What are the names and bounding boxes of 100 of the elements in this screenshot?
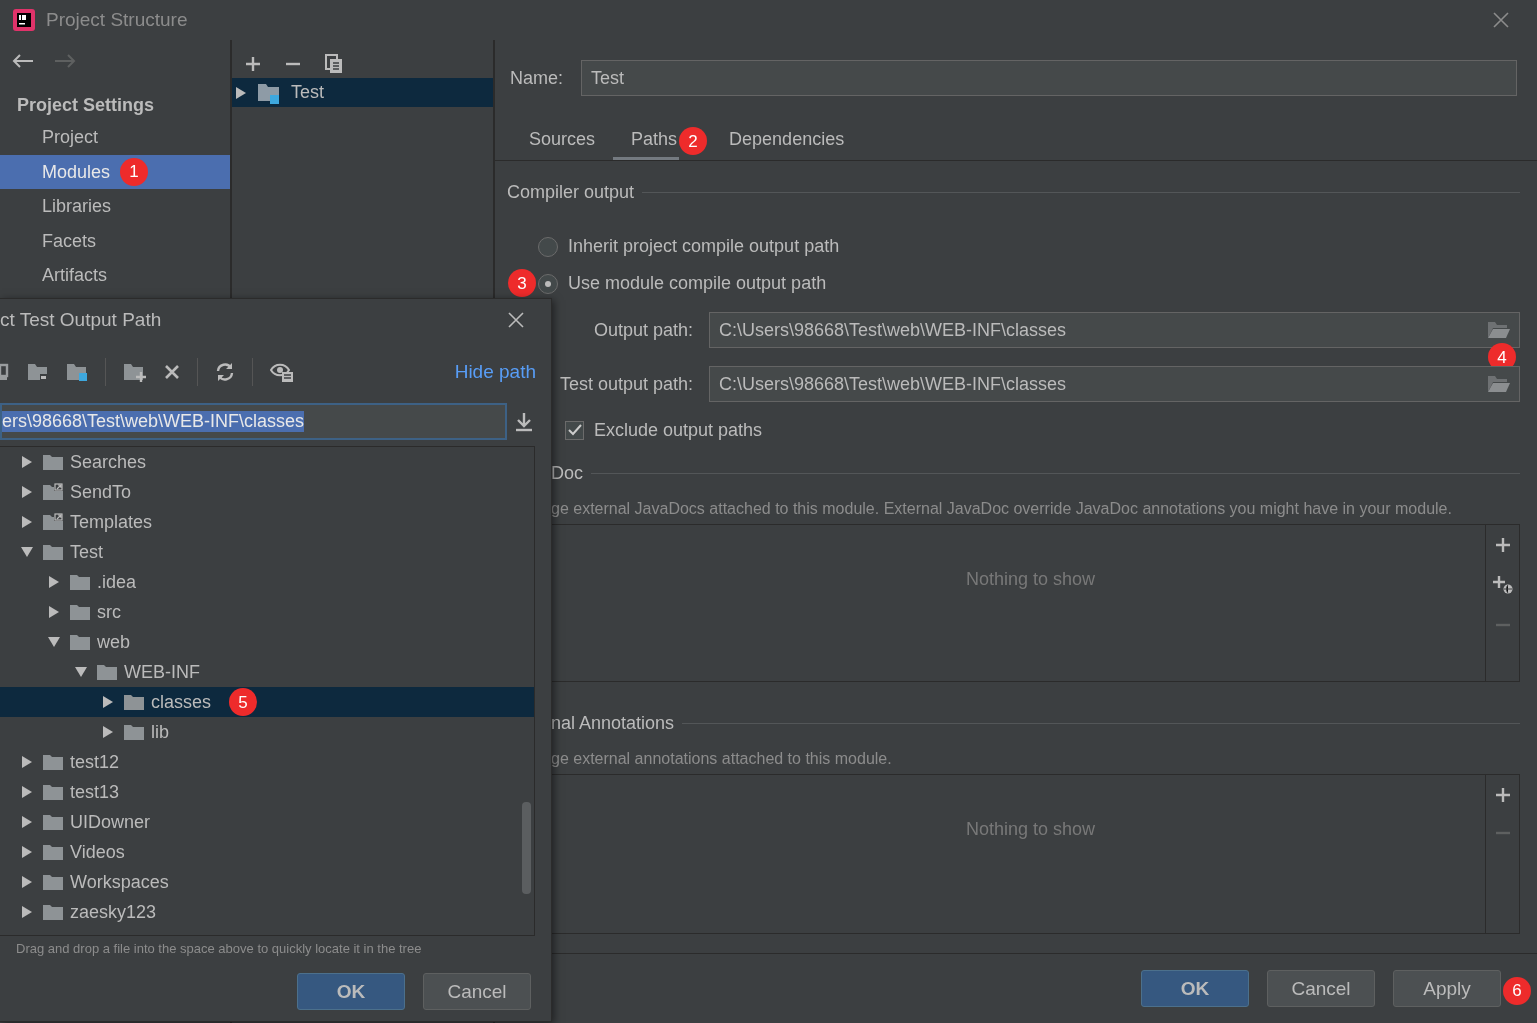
path-field[interactable]: C:\Users\98668\Test\web\WEB-INF\classes <box>709 312 1520 348</box>
name-field[interactable]: Test <box>581 60 1517 96</box>
step-badge: 3 <box>508 269 536 297</box>
expand-arrow-icon[interactable] <box>20 815 34 829</box>
folder-icon <box>42 843 64 861</box>
dialog-button[interactable]: OK <box>297 973 405 1010</box>
module-folder-icon <box>257 81 281 104</box>
step-badge: 1 <box>120 157 149 186</box>
section-heading: Doc <box>551 462 583 484</box>
expand-arrow-icon[interactable] <box>20 785 34 799</box>
add-icon[interactable] <box>1494 787 1511 803</box>
dialog-button[interactable]: Cancel <box>1267 970 1375 1007</box>
collapse-arrow-icon[interactable] <box>47 636 61 648</box>
back-arrow-icon[interactable] <box>12 53 34 69</box>
path-field[interactable]: C:\Users\98668\Test\web\WEB-INF\classes <box>709 366 1520 402</box>
step-badge: 2 <box>679 127 708 155</box>
path-input-field[interactable]: ers\98668\Test\web\WEB-INF\classes <box>0 403 507 440</box>
name-label: Name: <box>510 67 563 89</box>
expand-arrow-icon[interactable] <box>20 515 34 529</box>
delete-icon[interactable] <box>164 364 180 380</box>
add-icon[interactable] <box>245 56 261 72</box>
sidebar-item[interactable]: Project <box>0 120 230 155</box>
folder-tree-item[interactable]: Workspaces <box>0 867 534 897</box>
module-folder-icon[interactable] <box>66 362 88 382</box>
folder-icon[interactable] <box>1487 321 1511 339</box>
folder-tree-item[interactable]: Searches <box>0 447 534 477</box>
checkbox-label: Exclude output paths <box>594 419 763 441</box>
folder-icon[interactable] <box>27 362 49 382</box>
app-logo-icon <box>12 8 36 32</box>
folder-tree-item[interactable]: classes 5 <box>0 687 534 717</box>
add-link-icon[interactable] <box>1491 575 1514 595</box>
new-folder-icon[interactable] <box>123 362 147 382</box>
folder-icon <box>96 663 118 681</box>
copy-icon[interactable] <box>325 54 343 74</box>
add-icon[interactable] <box>1494 537 1511 553</box>
expand-arrow-icon[interactable] <box>47 605 61 619</box>
shortcut-folder-icon <box>42 483 64 501</box>
folder-icon <box>42 903 64 921</box>
show-hidden-icon[interactable] <box>270 361 294 383</box>
desktop-icon[interactable] <box>0 363 10 381</box>
folder-icon <box>42 873 64 891</box>
folder-icon <box>69 633 91 651</box>
folder-tree-item[interactable]: Test <box>0 537 534 567</box>
expand-arrow-icon[interactable] <box>47 575 61 589</box>
folder-tree-item[interactable]: web <box>0 627 534 657</box>
expand-arrow-icon[interactable] <box>20 485 34 499</box>
expand-arrow-icon[interactable] <box>20 845 34 859</box>
hide-path-link[interactable]: Hide path <box>454 361 536 383</box>
collapse-arrow-icon[interactable] <box>20 546 34 558</box>
folder-tree-item[interactable]: zaesky123 <box>0 897 534 927</box>
close-icon[interactable] <box>508 312 524 328</box>
dialog-button[interactable]: Apply <box>1393 970 1501 1007</box>
scrollbar[interactable] <box>522 802 531 894</box>
expand-arrow-icon[interactable] <box>235 85 247 100</box>
dialog-button[interactable]: OK <box>1141 970 1249 1007</box>
folder-tree-item[interactable]: UIDowner <box>0 807 534 837</box>
expand-arrow-icon[interactable] <box>20 905 34 919</box>
folder-tree-item[interactable]: SendTo <box>0 477 534 507</box>
tab[interactable]: Dependencies <box>711 122 863 160</box>
sidebar-item[interactable]: Facets <box>0 223 230 258</box>
folder-tree-item[interactable]: .idea <box>0 567 534 597</box>
folder-icon <box>42 783 64 801</box>
tab[interactable]: Sources <box>511 122 614 160</box>
folder-icon <box>69 603 91 621</box>
folder-tree-item[interactable]: WEB-INF <box>0 657 534 687</box>
folder-icon <box>42 813 64 831</box>
checkbox[interactable] <box>565 420 584 440</box>
folder-tree-item[interactable]: Videos <box>0 837 534 867</box>
window-title: Project Structure <box>46 9 188 31</box>
refresh-icon[interactable] <box>215 362 235 382</box>
module-tree-item[interactable]: Test <box>232 78 493 107</box>
folder-icon <box>42 453 64 471</box>
step-badge: 5 <box>229 688 258 716</box>
folder-icon <box>42 543 64 561</box>
expand-arrow-icon[interactable] <box>101 695 115 709</box>
download-icon[interactable] <box>515 411 533 432</box>
path-label: Test output path: <box>558 373 694 395</box>
sidebar-item[interactable]: Modules 1 <box>0 154 230 189</box>
dialog-button[interactable]: Cancel <box>423 973 531 1010</box>
radio-button[interactable] <box>538 236 558 257</box>
hint-text: Drag and drop a file into the space above to quickly locate it in the tree <box>15 940 423 956</box>
collapse-arrow-icon[interactable] <box>74 666 88 678</box>
folder-icon <box>42 753 64 771</box>
expand-arrow-icon[interactable] <box>20 455 34 469</box>
folder-tree-item[interactable]: test13 <box>0 777 534 807</box>
close-icon[interactable] <box>1493 12 1509 28</box>
folder-icon[interactable] <box>1487 375 1511 393</box>
sidebar-item[interactable]: Libraries <box>0 189 230 224</box>
radio-button[interactable] <box>538 273 558 294</box>
folder-tree-item[interactable]: test12 <box>0 747 534 777</box>
section-description: ge external JavaDocs attached to this module. External JavaDoc override JavaDoc annotations you might have in your module. <box>550 500 1453 519</box>
folder-icon <box>123 723 145 741</box>
sidebar-item[interactable]: Artifacts <box>0 258 230 293</box>
folder-tree-item[interactable]: Templates <box>0 507 534 537</box>
expand-arrow-icon[interactable] <box>101 725 115 739</box>
expand-arrow-icon[interactable] <box>20 755 34 769</box>
radio-label: Use module compile output path <box>568 273 827 294</box>
expand-arrow-icon[interactable] <box>20 875 34 889</box>
folder-tree-item[interactable]: lib <box>0 717 534 747</box>
folder-tree-item[interactable]: src <box>0 597 534 627</box>
